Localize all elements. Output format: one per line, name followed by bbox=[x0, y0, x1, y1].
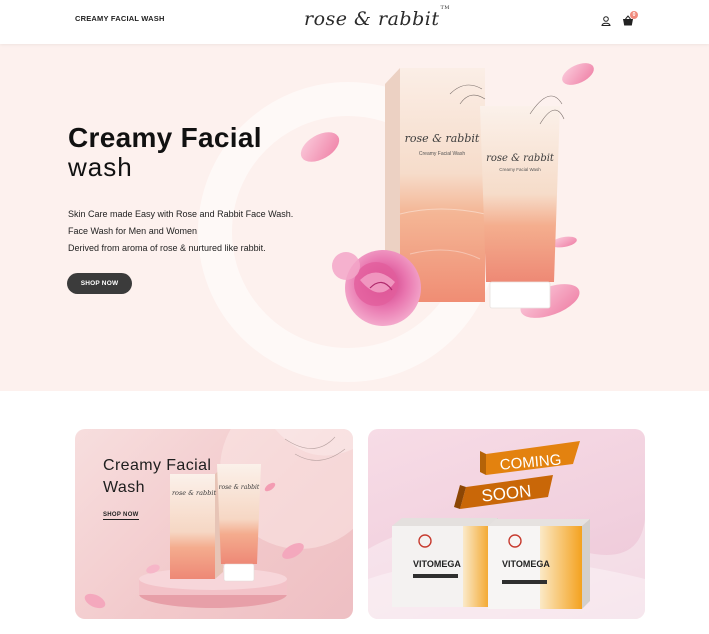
vitomega-box-name: VITOMEGA bbox=[502, 559, 550, 569]
card-tube-brand-label: rose & rabbit bbox=[219, 484, 260, 491]
cart-count-badge: 0 bbox=[630, 11, 638, 19]
card-box-brand-label: rose & rabbit bbox=[172, 489, 217, 497]
hero-description-line: Derived from aroma of rose & nurtured li… bbox=[68, 243, 266, 253]
card-title-line-2: Wash bbox=[103, 479, 145, 496]
card-title: Creamy Facial bbox=[103, 457, 212, 474]
soon-banner-text: SOON bbox=[481, 481, 533, 505]
tube-brand-label: rose & rabbit bbox=[486, 153, 555, 164]
hero-title: Creamy Facial bbox=[68, 122, 262, 153]
tube-product-label: Creamy Facial Wash bbox=[499, 167, 541, 172]
hero-subtitle: wash bbox=[68, 152, 133, 182]
logo-text: rose & rabbit bbox=[304, 8, 440, 30]
box-brand-label: rose & rabbit bbox=[405, 132, 480, 145]
vitomega-box-name: VITOMEGA bbox=[413, 559, 461, 569]
hero-product-image: rose & rabbit Creamy Facial Wash rose & … bbox=[300, 63, 594, 326]
card-shop-now-link[interactable]: SHOP NOW bbox=[103, 512, 139, 520]
hero-banner: Creamy Facial wash Skin Care made Easy w… bbox=[0, 44, 709, 391]
hero-shop-now-button[interactable]: SHOP NOW bbox=[67, 273, 132, 294]
coming-soon-image: COMING SOON VITOMEGA VITOMEGA bbox=[368, 441, 645, 619]
hero-description-line: Skin Care made Easy with Rose and Rabbit… bbox=[68, 209, 294, 219]
site-header: CREAMY FACIAL WASH rose & rabbitTM 0 bbox=[0, 0, 709, 44]
nav-link-creamy-facial-wash[interactable]: CREAMY FACIAL WASH bbox=[75, 14, 165, 23]
account-icon[interactable] bbox=[599, 14, 613, 28]
hero-description-line: Face Wash for Men and Women bbox=[68, 226, 198, 236]
brand-logo[interactable]: rose & rabbitTM bbox=[304, 4, 450, 30]
box-product-label: Creamy Facial Wash bbox=[419, 151, 465, 157]
product-card-creamy-facial-wash[interactable]: rose & rabbit rose & rabbit Creamy Facia… bbox=[75, 429, 353, 619]
product-card-coming-soon[interactable]: COMING SOON VITOMEGA VITOMEGA bbox=[368, 429, 645, 619]
logo-trademark: TM bbox=[440, 4, 450, 11]
